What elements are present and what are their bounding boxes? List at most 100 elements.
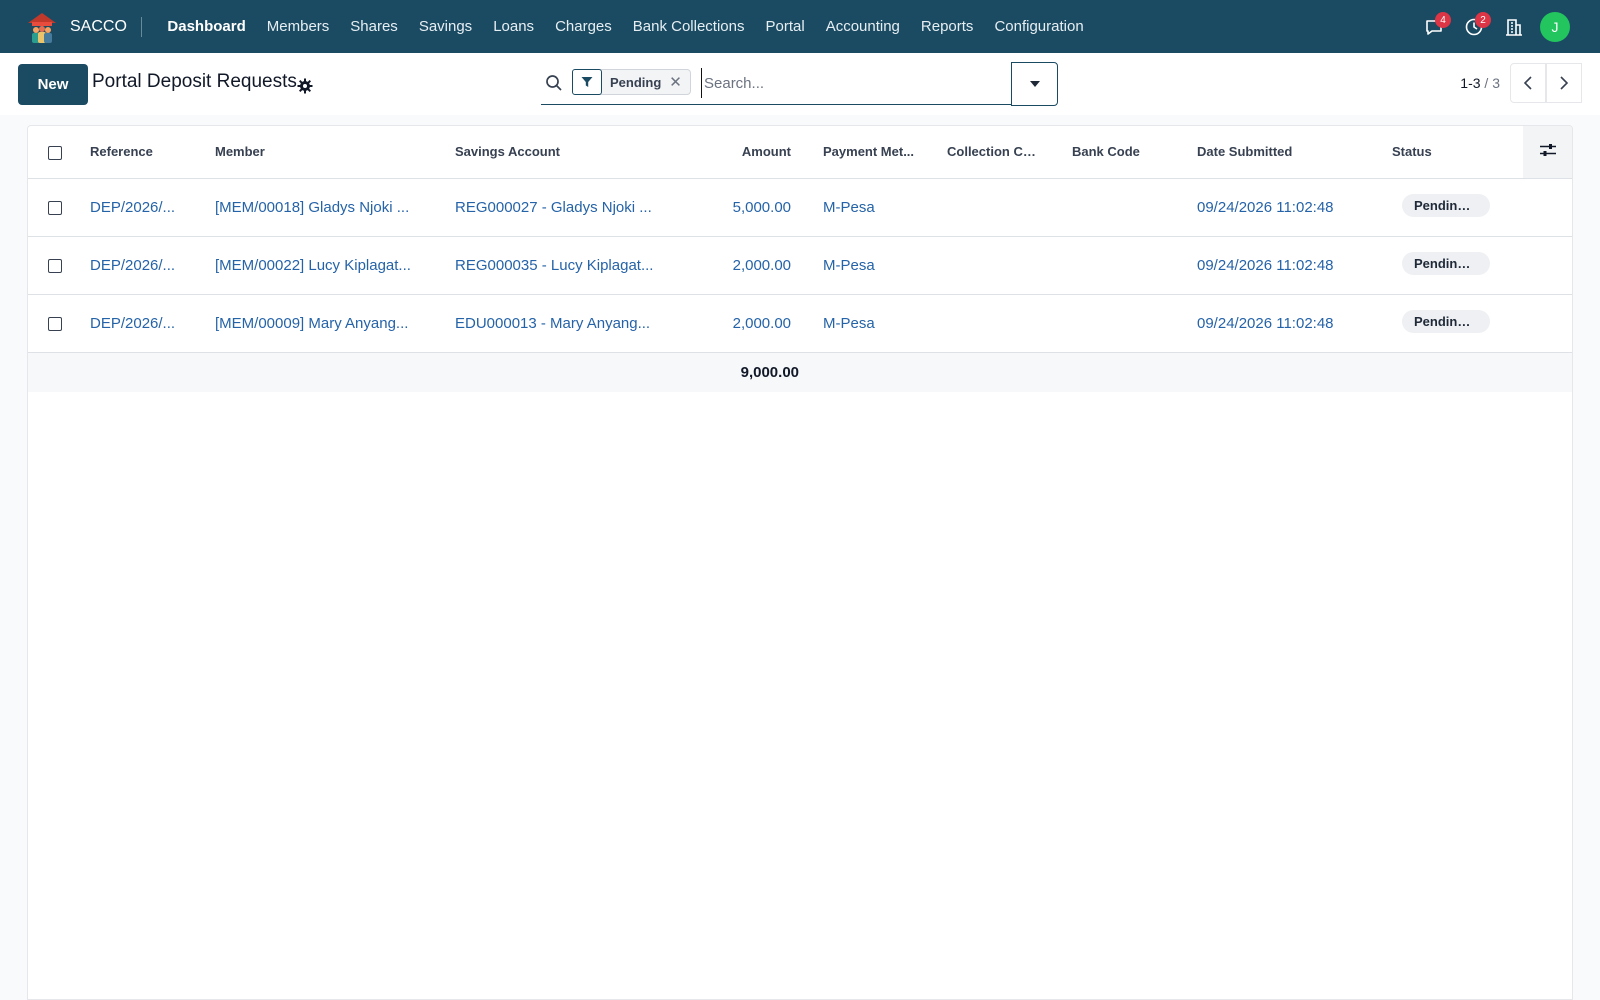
table-row[interactable]: DEP/2026/... [MEM/00018] Gladys Njoki ..… bbox=[28, 178, 1572, 237]
cell-reference[interactable]: DEP/2026/... bbox=[82, 178, 207, 237]
cell-amount[interactable]: 5,000.00 bbox=[687, 178, 799, 237]
column-date-submitted[interactable]: Date Submitted bbox=[1173, 126, 1368, 179]
cell-status[interactable]: Pending ... bbox=[1368, 294, 1523, 353]
chevron-left-icon bbox=[1523, 76, 1532, 90]
row-select-cell bbox=[28, 236, 82, 295]
menu-dashboard[interactable]: Dashboard bbox=[157, 0, 256, 53]
app-name: SACCO bbox=[70, 16, 142, 37]
footer-cell bbox=[923, 352, 1048, 392]
cell-member[interactable]: [MEM/00018] Gladys Njoki ... bbox=[207, 178, 447, 237]
activities-button[interactable]: 2 bbox=[1454, 0, 1494, 53]
status-badge: Pending ... bbox=[1402, 309, 1490, 333]
chevron-right-icon bbox=[1560, 76, 1569, 90]
column-amount[interactable]: Amount bbox=[687, 126, 799, 179]
cell-payment-method[interactable]: M-Pesa bbox=[799, 294, 923, 353]
control-panel: New Portal Deposit Requests Pending ✕ Se… bbox=[0, 53, 1600, 115]
cell-bank-code[interactable] bbox=[1048, 236, 1173, 295]
cell-empty bbox=[1523, 236, 1572, 295]
menu-accounting[interactable]: Accounting bbox=[815, 0, 910, 53]
cell-collection-channel[interactable] bbox=[923, 294, 1048, 353]
cell-payment-method[interactable]: M-Pesa bbox=[799, 236, 923, 295]
cell-collection-channel[interactable] bbox=[923, 178, 1048, 237]
menu-charges[interactable]: Charges bbox=[545, 0, 623, 53]
cell-savings-account[interactable]: REG000035 - Lucy Kiplagat... bbox=[447, 236, 687, 295]
facet-remove-icon[interactable]: ✕ bbox=[669, 73, 690, 91]
menu-loans[interactable]: Loans bbox=[483, 0, 545, 53]
footer-cell bbox=[1048, 352, 1173, 392]
cell-date-submitted[interactable]: 09/24/2026 11:02:48 bbox=[1173, 178, 1368, 237]
deposit-requests-table: Reference Member Savings Account Amount … bbox=[28, 126, 1572, 392]
sliders-icon bbox=[1539, 144, 1556, 157]
cell-amount[interactable]: 2,000.00 bbox=[687, 294, 799, 353]
cell-amount[interactable]: 2,000.00 bbox=[687, 236, 799, 295]
menu-members[interactable]: Members bbox=[256, 0, 340, 53]
menu-portal[interactable]: Portal bbox=[755, 0, 815, 53]
caret-down-icon bbox=[1029, 81, 1040, 87]
cell-reference[interactable]: DEP/2026/... bbox=[82, 236, 207, 295]
search-input[interactable] bbox=[701, 68, 1001, 98]
pager-previous-button[interactable] bbox=[1510, 63, 1546, 103]
column-bank-code[interactable]: Bank Code bbox=[1048, 126, 1173, 179]
facet-value: Pending bbox=[610, 74, 662, 90]
cell-status[interactable]: Pending ... bbox=[1368, 236, 1523, 295]
pager-next-button[interactable] bbox=[1546, 63, 1582, 103]
cell-payment-method[interactable]: M-Pesa bbox=[799, 178, 923, 237]
table-row[interactable]: DEP/2026/... [MEM/00022] Lucy Kiplagat..… bbox=[28, 236, 1572, 295]
row-checkbox[interactable] bbox=[48, 258, 62, 273]
row-select-cell bbox=[28, 294, 82, 353]
activities-count-badge: 2 bbox=[1475, 12, 1491, 28]
cell-date-submitted[interactable]: 09/24/2026 11:02:48 bbox=[1173, 236, 1368, 295]
optional-columns-toggle[interactable] bbox=[1523, 126, 1572, 179]
menu-savings[interactable]: Savings bbox=[408, 0, 482, 53]
sacco-logo-icon bbox=[28, 12, 56, 43]
search-facet-pending: Pending ✕ bbox=[572, 68, 691, 95]
footer-cell bbox=[82, 352, 207, 392]
footer-cell bbox=[207, 352, 447, 392]
cell-reference[interactable]: DEP/2026/... bbox=[82, 294, 207, 353]
new-button[interactable]: New bbox=[18, 64, 88, 105]
column-reference[interactable]: Reference bbox=[82, 126, 207, 179]
row-checkbox[interactable] bbox=[48, 200, 62, 215]
cell-savings-account[interactable]: EDU000013 - Mary Anyang... bbox=[447, 294, 687, 353]
menu-reports[interactable]: Reports bbox=[910, 0, 984, 53]
select-all-checkbox[interactable] bbox=[48, 145, 62, 160]
menu-bank-collections[interactable]: Bank Collections bbox=[622, 0, 755, 53]
column-payment-method[interactable]: Payment Met... bbox=[799, 126, 923, 179]
company-switcher[interactable] bbox=[1494, 0, 1534, 53]
cell-member[interactable]: [MEM/00009] Mary Anyang... bbox=[207, 294, 447, 353]
column-status[interactable]: Status bbox=[1368, 126, 1523, 179]
column-savings-account[interactable]: Savings Account bbox=[447, 126, 687, 179]
table-footer-row: 9,000.00 bbox=[28, 352, 1572, 392]
page-title: Portal Deposit Requests bbox=[92, 71, 297, 92]
filter-icon bbox=[572, 68, 602, 95]
messages-button[interactable]: 4 bbox=[1414, 0, 1454, 53]
gear-icon[interactable] bbox=[297, 78, 313, 94]
cell-collection-channel[interactable] bbox=[923, 236, 1048, 295]
user-avatar[interactable]: J bbox=[1540, 11, 1570, 42]
row-checkbox[interactable] bbox=[48, 316, 62, 331]
footer-cell bbox=[799, 352, 923, 392]
cell-bank-code[interactable] bbox=[1048, 294, 1173, 353]
building-icon bbox=[1506, 18, 1522, 36]
column-collection-channel[interactable]: Collection Ch... bbox=[923, 126, 1048, 179]
row-select-cell bbox=[28, 178, 82, 237]
cell-date-submitted[interactable]: 09/24/2026 11:02:48 bbox=[1173, 294, 1368, 353]
cell-empty bbox=[1523, 294, 1572, 353]
table-header-row: Reference Member Savings Account Amount … bbox=[28, 126, 1572, 179]
footer-cell bbox=[1523, 352, 1572, 392]
cell-bank-code[interactable] bbox=[1048, 178, 1173, 237]
cell-savings-account[interactable]: REG000027 - Gladys Njoki ... bbox=[447, 178, 687, 237]
pager-value[interactable]: 1-3 / 3 bbox=[1460, 75, 1500, 91]
main-menu: Dashboard Members Shares Savings Loans C… bbox=[157, 0, 1094, 53]
select-all-cell bbox=[28, 126, 82, 179]
cell-member[interactable]: [MEM/00022] Lucy Kiplagat... bbox=[207, 236, 447, 295]
column-member[interactable]: Member bbox=[207, 126, 447, 179]
search-options-toggle[interactable] bbox=[1011, 62, 1058, 106]
menu-configuration[interactable]: Configuration bbox=[984, 0, 1094, 53]
table-row[interactable]: DEP/2026/... [MEM/00009] Mary Anyang... … bbox=[28, 294, 1572, 353]
brand[interactable]: SACCO bbox=[0, 0, 142, 53]
messages-count-badge: 4 bbox=[1435, 12, 1451, 28]
footer-cell bbox=[28, 352, 82, 392]
menu-shares[interactable]: Shares bbox=[340, 0, 409, 53]
cell-status[interactable]: Pending ... bbox=[1368, 178, 1523, 237]
